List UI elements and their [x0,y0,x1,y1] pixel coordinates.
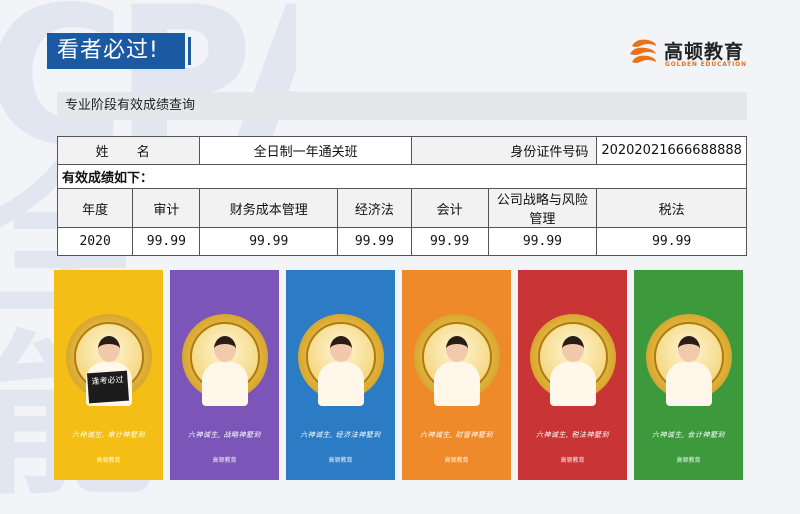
card-brand: 高顿教育 [676,457,701,464]
promo-cards: 逢考必过 六种诚生, 审计神墅到 高顿教育 六神诚生, 战略神墅到 高顿教育 六… [54,270,746,480]
card-slogan: 六神诚生, 财管神墅到 [420,431,493,439]
header-accounting: 会计 [410,188,489,228]
header-tax-law: 税法 [596,188,747,228]
value-economic-law: 99.99 [337,227,412,256]
table-row: 2020 99.99 99.99 99.99 99.99 99.99 99.99 [56,227,747,256]
card-brand: 高顿教育 [212,457,237,464]
promo-card-financial-management: 六神诚生, 财管神墅到 高顿教育 [402,270,511,480]
id-label: 身份证件号码 [410,136,598,165]
person-photo [549,336,596,406]
promo-card-tax-law: 六神诚生, 税法神墅到 高顿教育 [518,270,627,480]
person-photo [201,336,248,406]
score-table: 姓 名 全日制一年通关班 身份证件号码 20202021666688888 有效… [56,136,747,256]
card-brand: 高顿教育 [560,457,585,464]
value-audit: 99.99 [132,227,201,256]
value-accounting: 99.99 [410,227,489,256]
promo-card-audit: 逢考必过 六种诚生, 审计神墅到 高顿教育 [54,270,163,480]
card-slogan: 六神诚生, 税法神墅到 [536,431,609,439]
promo-card-strategy: 六神诚生, 战略神墅到 高顿教育 [170,270,279,480]
person-photo [665,336,712,406]
header-year: 年度 [56,188,134,228]
card-brand: 高顿教育 [96,457,121,464]
table-row: 有效成绩如下： [57,164,747,189]
logo-name-en: GOLDEN EDUCATION [665,61,747,68]
card-slogan: 六神诚生, 战略神墅到 [188,431,261,439]
value-financial-management: 99.99 [199,227,339,256]
person-photo [317,336,364,406]
card-brand: 高顿教育 [444,457,469,464]
card-slogan: 六种诚生, 审计神墅到 [72,431,145,439]
company-logo: 高顿教育 GOLDEN EDUCATION [626,36,776,72]
id-value: 20202021666688888 [596,136,747,165]
card-brand: 高顿教育 [328,457,353,464]
promo-card-accounting: 六神诚生, 会计神墅到 高顿教育 [634,270,743,480]
header-economic-law: 经济法 [337,188,412,228]
card-slogan: 六神诚生, 经济法神墅到 [300,431,381,439]
exam-sign: 逢考必过 [87,370,129,404]
section-header-text: 专业阶段有效成绩查询 [65,98,196,113]
table-header-row: 年度 审计 财务成本管理 经济法 会计 公司战略与风险管理 税法 [56,188,747,228]
name-value: 全日制一年通关班 [199,136,412,165]
header-audit: 审计 [132,188,201,228]
section-header: 专业阶段有效成绩查询 [57,92,747,120]
header-financial-management: 财务成本管理 [199,188,339,228]
card-slogan: 六神诚生, 会计神墅到 [652,431,725,439]
logo-name-cn: 高顿教育 [664,41,745,63]
header-strategy-risk: 公司战略与风险管理 [487,188,598,228]
value-strategy-risk: 99.99 [487,227,598,256]
golden-education-logo-icon [630,39,656,63]
promo-card-economic-law: 六神诚生, 经济法神墅到 高顿教育 [286,270,395,480]
scores-note: 有效成绩如下： [57,164,747,189]
value-year: 2020 [56,227,134,256]
title-badge: 看者必过! [47,33,191,69]
person-photo [433,336,480,406]
title-badge-text: 看者必过! [57,38,159,63]
value-tax-law: 99.99 [596,227,747,256]
table-row: 姓 名 全日制一年通关班 身份证件号码 20202021666688888 [56,136,747,165]
name-label: 姓 名 [56,136,201,165]
